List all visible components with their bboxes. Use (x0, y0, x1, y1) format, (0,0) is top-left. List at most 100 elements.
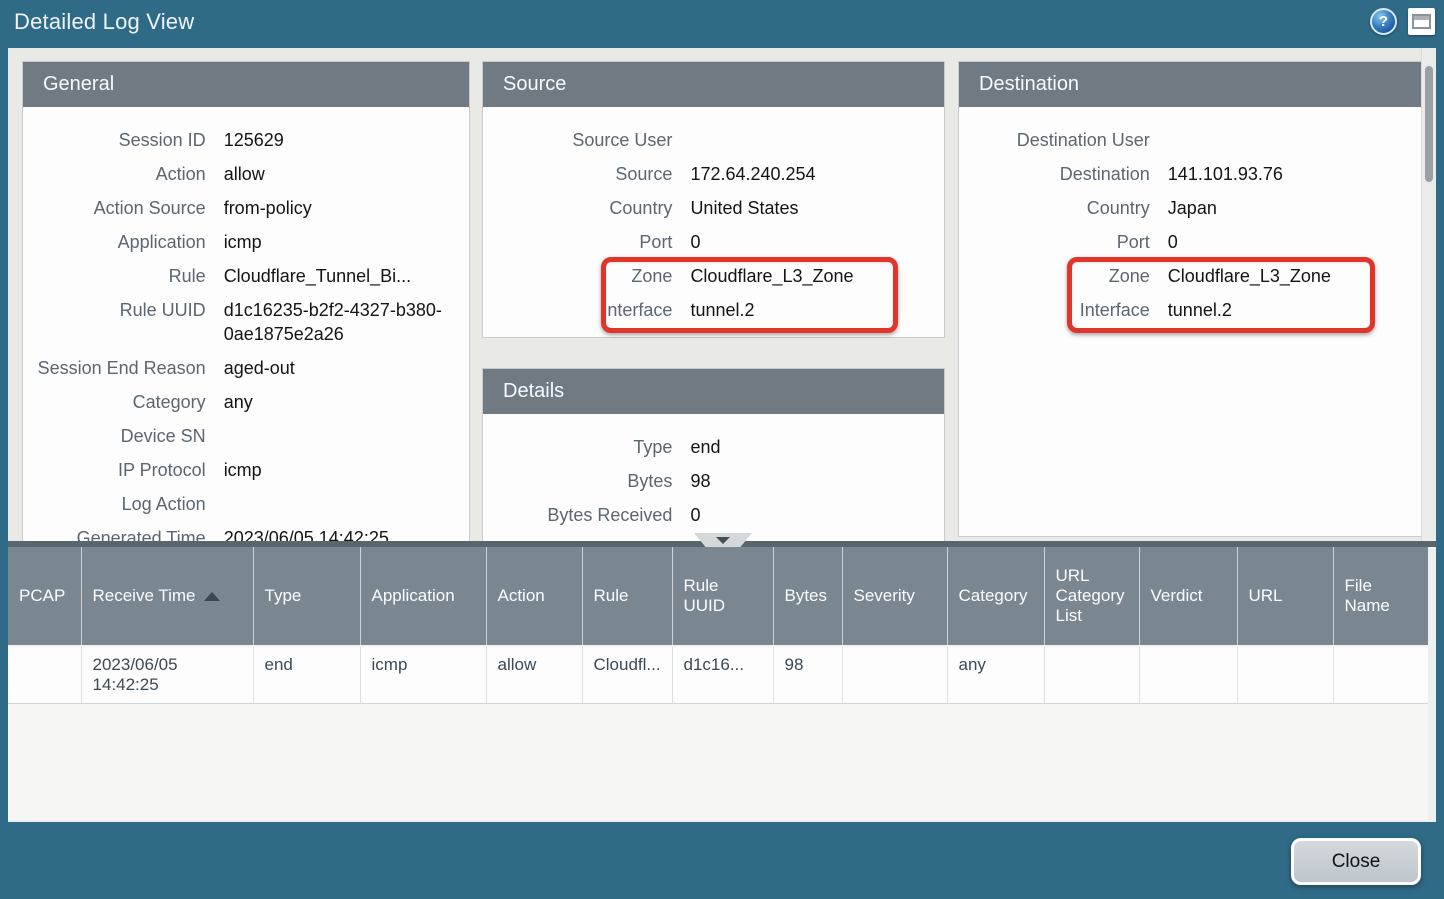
cell-receive-time: 2023/06/05 14:42:25 (81, 646, 253, 704)
column-header-bytes[interactable]: Bytes (773, 547, 842, 646)
field-label: Port (959, 230, 1168, 254)
destination-panel: Destination Destination User Destination… (958, 61, 1424, 537)
details-panel: Details Typeend Bytes98 Bytes Received0 (482, 368, 945, 541)
column-header-receive-time[interactable]: Receive Time (81, 547, 253, 646)
field-row: Bytes Received0 (483, 498, 944, 532)
window-icon-glyph (1412, 14, 1431, 29)
column-header-rule[interactable]: Rule (582, 547, 672, 646)
field-value: 2023/06/05 14:42:25 (224, 526, 469, 541)
field-row: Generated Time2023/06/05 14:42:25 (23, 521, 469, 541)
field-row: ZoneCloudflare_L3_Zone (959, 259, 1423, 293)
field-row: ZoneCloudflare_L3_Zone (483, 259, 944, 293)
column-label: Type (265, 586, 302, 605)
field-label: Zone (483, 264, 690, 288)
field-value: United States (690, 196, 944, 220)
help-icon[interactable]: ? (1370, 8, 1397, 35)
cell-pcap (8, 646, 81, 704)
column-label: Category (959, 586, 1028, 605)
field-value: icmp (224, 458, 469, 482)
column-header-application[interactable]: Application (360, 547, 486, 646)
field-row: Categoryany (23, 385, 469, 419)
cell-url (1237, 646, 1333, 704)
column-header-verdict[interactable]: Verdict (1139, 547, 1237, 646)
column-header-category[interactable]: Category (947, 547, 1044, 646)
column-label: Rule UUID (684, 576, 726, 615)
dialog-title: Detailed Log View (14, 9, 194, 35)
field-label: Source (483, 162, 690, 186)
column-label: URL Category List (1056, 566, 1125, 625)
column-header-rule-uuid[interactable]: Rule UUID (672, 547, 773, 646)
cell-type: end (253, 646, 360, 704)
column-header-pcap[interactable]: PCAP (8, 547, 81, 646)
field-label: Rule UUID (23, 298, 224, 346)
field-row: Session ID125629 (23, 123, 469, 157)
chevron-down-icon (716, 537, 730, 544)
field-value: 0 (690, 503, 944, 527)
column-label: File Name (1345, 576, 1390, 615)
field-value: any (224, 390, 469, 414)
general-panel: General Session ID125629 Actionallow Act… (22, 61, 470, 541)
column-header-action[interactable]: Action (486, 547, 582, 646)
source-panel: Source Source User Source172.64.240.254 … (482, 61, 945, 338)
field-row: CountryJapan (959, 191, 1423, 225)
field-value: 125629 (224, 128, 469, 152)
field-value: aged-out (224, 356, 469, 380)
field-label: Source User (483, 128, 690, 152)
window-icon[interactable] (1408, 8, 1435, 35)
field-label: Log Action (23, 492, 224, 516)
field-value: allow (224, 162, 469, 186)
close-button[interactable]: Close (1291, 838, 1421, 885)
field-label: Session End Reason (23, 356, 224, 380)
field-label: Bytes Received (483, 503, 690, 527)
column-label: URL (1249, 586, 1283, 605)
sort-ascending-icon (204, 592, 220, 601)
field-value: tunnel.2 (690, 298, 944, 322)
log-detail-pane: General Session ID125629 Actionallow Act… (8, 48, 1436, 541)
field-label: Interface (483, 298, 690, 322)
cell-rule: Cloudfl... (582, 646, 672, 704)
field-row: Source User (483, 123, 944, 157)
table-scroll-gutter (1428, 547, 1436, 820)
field-label: Category (23, 390, 224, 414)
field-value: d1c16235-b2f2-4327-b380-0ae1875e2a26 (224, 298, 469, 346)
field-value (1168, 128, 1423, 152)
field-value: 0 (690, 230, 944, 254)
column-header-severity[interactable]: Severity (842, 547, 947, 646)
column-header-url-category-list[interactable]: URL Category List (1044, 547, 1139, 646)
source-panel-title: Source (483, 62, 944, 107)
column-label: Action (498, 586, 545, 605)
column-label: Receive Time (93, 586, 196, 605)
field-value: 172.64.240.254 (690, 162, 944, 186)
field-label: Generated Time (23, 526, 224, 541)
field-row: Actionallow (23, 157, 469, 191)
field-value (224, 492, 469, 516)
field-row: RuleCloudflare_Tunnel_Bi... (23, 259, 469, 293)
field-row: Destination141.101.93.76 (959, 157, 1423, 191)
column-label: Verdict (1151, 586, 1203, 605)
field-row: Session End Reasonaged-out (23, 351, 469, 385)
field-value: tunnel.2 (1168, 298, 1423, 322)
field-row: IP Protocolicmp (23, 453, 469, 487)
field-label: Zone (959, 264, 1168, 288)
field-value: Cloudflare_Tunnel_Bi... (224, 264, 469, 288)
column-label: Application (372, 586, 455, 605)
cell-verdict (1139, 646, 1237, 704)
field-label: Country (483, 196, 690, 220)
cell-category: any (947, 646, 1044, 704)
cell-severity (842, 646, 947, 704)
field-row: Source172.64.240.254 (483, 157, 944, 191)
column-header-url[interactable]: URL (1237, 547, 1333, 646)
field-label: Port (483, 230, 690, 254)
field-value: from-policy (224, 196, 469, 220)
column-header-type[interactable]: Type (253, 547, 360, 646)
field-label: Device SN (23, 424, 224, 448)
log-table-row[interactable]: 2023/06/05 14:42:25 end icmp allow Cloud… (8, 646, 1428, 704)
column-header-file-name[interactable]: File Name (1333, 547, 1428, 646)
column-label: PCAP (19, 586, 65, 605)
scrollbar-track[interactable] (1421, 48, 1436, 541)
destination-panel-title: Destination (959, 62, 1423, 107)
field-value: 98 (690, 469, 944, 493)
field-label: Session ID (23, 128, 224, 152)
scrollbar-thumb[interactable] (1425, 66, 1433, 182)
field-value: Cloudflare_L3_Zone (690, 264, 944, 288)
